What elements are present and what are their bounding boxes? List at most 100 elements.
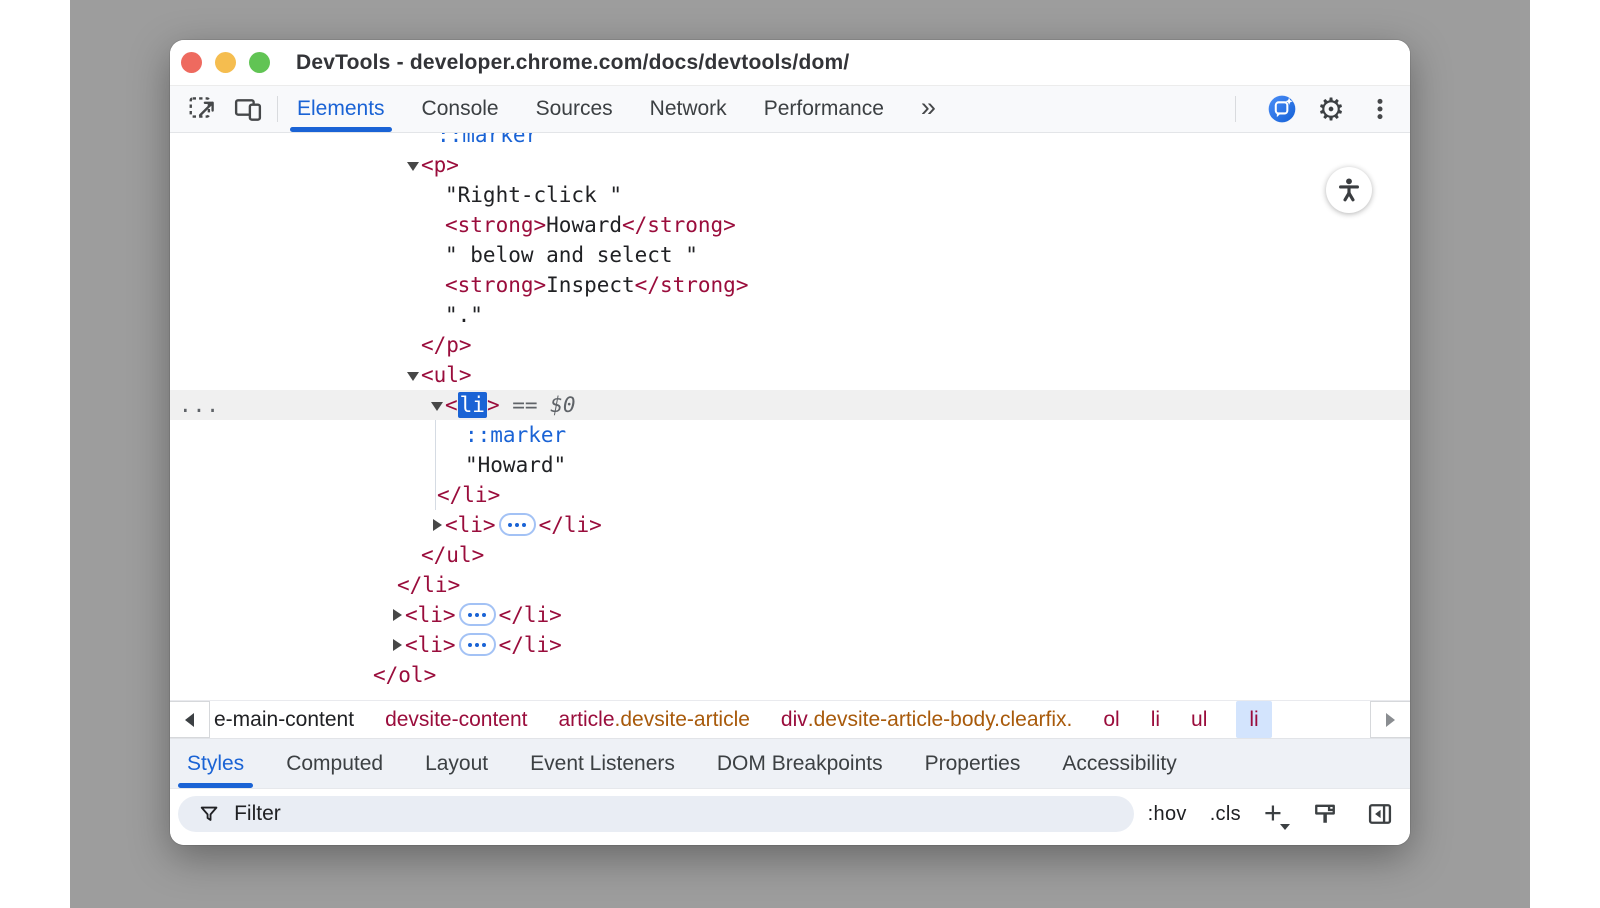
code-tag-token: <strong> (445, 213, 546, 237)
breadcrumb-item[interactable]: e-main-content (212, 701, 356, 738)
breadcrumb-scroll-right-button[interactable] (1370, 701, 1410, 738)
breadcrumb-item[interactable]: div.devsite-article-body.clearfix. (779, 701, 1074, 738)
breadcrumb-scroll-left-button[interactable] (170, 701, 210, 738)
arrow-spacer (405, 540, 421, 570)
expand-arrow-right-icon[interactable] (389, 630, 405, 660)
collapsed-content-icon[interactable] (499, 513, 536, 536)
inspect-element-button[interactable] (186, 93, 218, 125)
tab-computed[interactable]: Computed (286, 739, 383, 788)
dom-tree-row[interactable]: </p> (170, 330, 1410, 360)
toggle-element-state-button[interactable]: :hov (1148, 803, 1187, 826)
equals-token: == (500, 393, 551, 417)
device-toolbar-icon (233, 94, 263, 124)
tab-event-listeners[interactable]: Event Listeners (530, 739, 675, 788)
expand-arrow-right-icon[interactable] (429, 510, 445, 540)
accessibility-overlay-button[interactable] (1326, 167, 1372, 213)
console-var-token: $0 (550, 393, 575, 417)
breadcrumb-item[interactable]: article.devsite-article (557, 701, 752, 738)
expand-arrow-down-icon[interactable] (429, 390, 445, 420)
zoom-window-button[interactable] (249, 52, 270, 73)
tab-sources[interactable]: Sources (536, 86, 613, 132)
code-tag-token: </p> (421, 333, 472, 357)
dom-tree-row[interactable]: </li> (170, 480, 1410, 510)
devtools-toolbar: Elements Console Sources Network Performance… (170, 86, 1410, 133)
toggle-device-toolbar-button[interactable] (232, 93, 264, 125)
breadcrumb-item[interactable]: devsite-content (383, 701, 529, 738)
overflow-ellipsis-gutter[interactable]: ... (179, 390, 220, 420)
expand-arrow-right-icon[interactable] (389, 600, 405, 630)
arrow-spacer (357, 660, 373, 690)
element-classes-button[interactable]: .cls (1210, 803, 1241, 826)
tab-dom-breakpoints[interactable]: DOM Breakpoints (717, 739, 883, 788)
crumb-token-tag: ul (1191, 708, 1207, 732)
sidebar-pane-tabs: Styles Computed Layout Event Listeners DOM B… (170, 738, 1410, 788)
filter-field[interactable] (178, 796, 1134, 832)
customize-devtools-menu-button[interactable] (1364, 93, 1396, 125)
dom-tree-row[interactable]: <strong>Inspect</strong> (170, 270, 1410, 300)
dom-tree-row[interactable]: <ul> (170, 360, 1410, 390)
tab-properties[interactable]: Properties (925, 739, 1021, 788)
arrow-spacer (429, 240, 445, 270)
dom-tree-row[interactable]: "Howard" (170, 450, 1410, 480)
collapsed-content-icon[interactable] (459, 603, 496, 626)
arrow-spacer (429, 270, 445, 300)
dom-tree-row[interactable]: <strong>Howard</strong> (170, 210, 1410, 240)
tab-elements[interactable]: Elements (297, 86, 385, 132)
dom-tree-row[interactable]: </ol> (170, 660, 1410, 690)
settings-gear-icon[interactable]: ⚙ (1315, 93, 1347, 125)
crumb-token-tag: ol (1103, 708, 1119, 732)
arrow-spacer (381, 570, 397, 600)
breadcrumb-item[interactable]: li (1236, 701, 1271, 738)
dom-tree-row[interactable]: </li> (170, 570, 1410, 600)
more-tabs-button[interactable]: » (921, 94, 936, 125)
three-dot-menu-icon (1367, 94, 1393, 124)
tab-styles[interactable]: Styles (187, 739, 244, 788)
dom-tree-row[interactable]: ::marker (170, 420, 1410, 450)
arrow-spacer (429, 180, 445, 210)
breadcrumb-item[interactable]: ol (1101, 701, 1121, 738)
code-tag-token: </ul> (421, 543, 484, 567)
dom-tree-row[interactable]: "Right-click " (170, 180, 1410, 210)
dom-tree-row[interactable]: <li> </li> (170, 510, 1410, 540)
rendering-emulations-button[interactable] (1309, 798, 1341, 830)
dom-tree-row[interactable]: </ul> (170, 540, 1410, 570)
selected-node-name: li (458, 392, 487, 418)
filter-input[interactable] (234, 802, 1126, 826)
tab-performance[interactable]: Performance (764, 86, 884, 132)
expand-arrow-down-icon[interactable] (405, 360, 421, 390)
toolbar-divider (1235, 96, 1236, 122)
code-tag-token: <strong> (445, 273, 546, 297)
code-tag-token: </li> (499, 633, 562, 657)
new-style-rule-button[interactable]: + (1264, 797, 1286, 832)
dom-tree-row[interactable]: ::marker (170, 133, 1410, 150)
ai-assistance-icon (1266, 92, 1298, 126)
expand-arrow-down-icon[interactable] (405, 150, 421, 180)
tab-console[interactable]: Console (422, 86, 499, 132)
ai-assistance-button[interactable] (1266, 93, 1298, 125)
close-window-button[interactable] (181, 52, 202, 73)
dom-tree-row[interactable]: <li></li> (170, 630, 1410, 660)
tab-network[interactable]: Network (650, 86, 727, 132)
breadcrumb: e-main-content devsite-content article.dev… (210, 701, 1370, 738)
toggle-sidebar-button[interactable] (1364, 798, 1396, 830)
dom-tree-row[interactable]: <p> (170, 150, 1410, 180)
minimize-window-button[interactable] (215, 52, 236, 73)
code-tag-token: </li> (539, 513, 602, 537)
tab-accessibility[interactable]: Accessibility (1062, 739, 1176, 788)
breadcrumb-item[interactable]: ul (1189, 701, 1209, 738)
paint-brush-icon (1311, 800, 1339, 828)
collapsed-content-icon[interactable] (459, 633, 496, 656)
crumb-token-tag: li (1151, 708, 1160, 732)
crumb-token-class: .devsite-article-body.clearfix. (808, 708, 1073, 732)
dom-tree-row[interactable]: <li></li> (170, 600, 1410, 630)
breadcrumb-item[interactable]: li (1149, 701, 1162, 738)
code-text-token: Inspect (546, 273, 635, 297)
dom-tree-row[interactable]: ...<li> == $0 (170, 390, 1410, 420)
dom-tree-row[interactable]: " below and select " (170, 240, 1410, 270)
chevron-right-icon (1386, 713, 1395, 727)
tab-layout[interactable]: Layout (425, 739, 488, 788)
code-tag-token: <li> (445, 513, 496, 537)
dom-tree-panel: ::marker<p>"Right-click "<strong>Howard<… (170, 133, 1410, 700)
code-text-token: " below and select " (445, 243, 698, 267)
dom-tree-row[interactable]: "." (170, 300, 1410, 330)
